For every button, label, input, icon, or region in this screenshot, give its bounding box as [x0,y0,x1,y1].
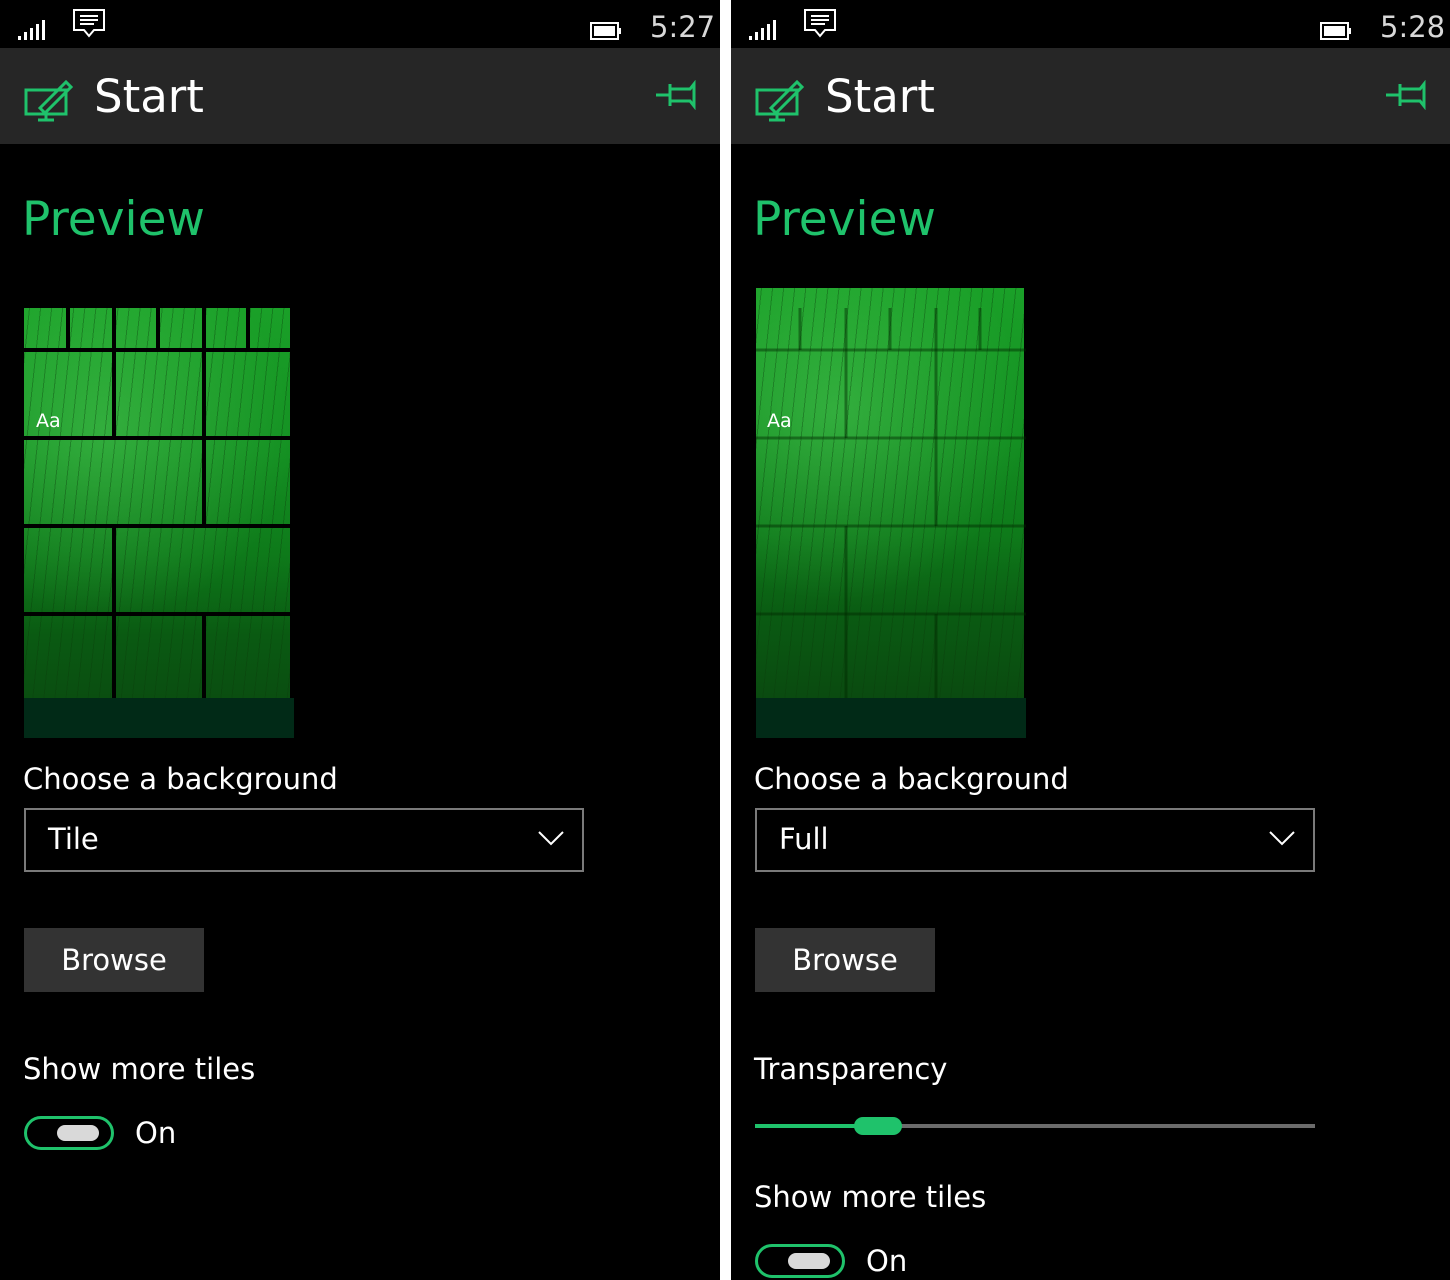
signal-icon [18,20,45,40]
show-more-tiles-label: Show more tiles [23,1052,256,1086]
preview-heading: Preview [753,192,936,247]
toggle-state-text: On [135,1116,177,1150]
preview-bottom-bar [756,698,1026,738]
page-title: Start [94,70,204,123]
app-header: Start [731,48,1450,144]
browse-button[interactable]: Browse [755,928,935,992]
preview-bottom-bar [24,698,294,738]
battery-icon [1320,22,1351,40]
background-select-value: Full [779,822,829,856]
message-icon[interactable] [72,8,106,42]
phone-screen-right: 5:28 Start Preview Aa Choose a backgroun… [731,0,1450,1280]
toggle-state-text: On [866,1244,908,1278]
preview-tile-label: Aa [767,410,792,432]
preview-tile-grid [756,308,1026,700]
message-icon[interactable] [803,8,837,42]
start-preview: Aa [24,288,294,738]
app-header: Start [0,48,720,144]
battery-icon [590,22,621,40]
browse-button[interactable]: Browse [24,928,204,992]
transparency-label: Transparency [754,1052,948,1086]
pin-icon[interactable] [1386,80,1428,110]
slider-thumb[interactable] [854,1117,903,1135]
toggle-knob [788,1253,830,1269]
status-time: 5:28 [1380,10,1446,44]
status-bar: 5:27 [0,0,720,48]
transparency-slider[interactable] [755,1110,1315,1140]
page-title: Start [825,70,935,123]
toggle-knob [57,1125,99,1141]
show-more-tiles-label: Show more tiles [754,1180,987,1214]
preview-tile-grid [24,308,294,720]
start-preview: Aa [756,288,1026,738]
pin-icon[interactable] [656,80,698,110]
phone-screen-left: 5:27 Start Preview Aa Choose a backgroun… [0,0,720,1280]
background-label: Choose a background [23,762,338,796]
personalize-icon [24,79,74,122]
background-label: Choose a background [754,762,1069,796]
background-select-value: Tile [48,822,99,856]
status-bar: 5:28 [731,0,1450,48]
preview-heading: Preview [22,192,205,247]
background-select[interactable]: Full [755,808,1315,872]
background-select[interactable]: Tile [24,808,584,872]
signal-icon [749,20,776,40]
show-more-tiles-toggle[interactable] [24,1116,114,1150]
preview-tile-label: Aa [36,410,61,432]
show-more-tiles-toggle[interactable] [755,1244,845,1278]
chevron-down-icon [538,831,564,846]
chevron-down-icon [1269,831,1295,846]
personalize-icon [755,79,805,122]
status-time: 5:27 [650,10,716,44]
